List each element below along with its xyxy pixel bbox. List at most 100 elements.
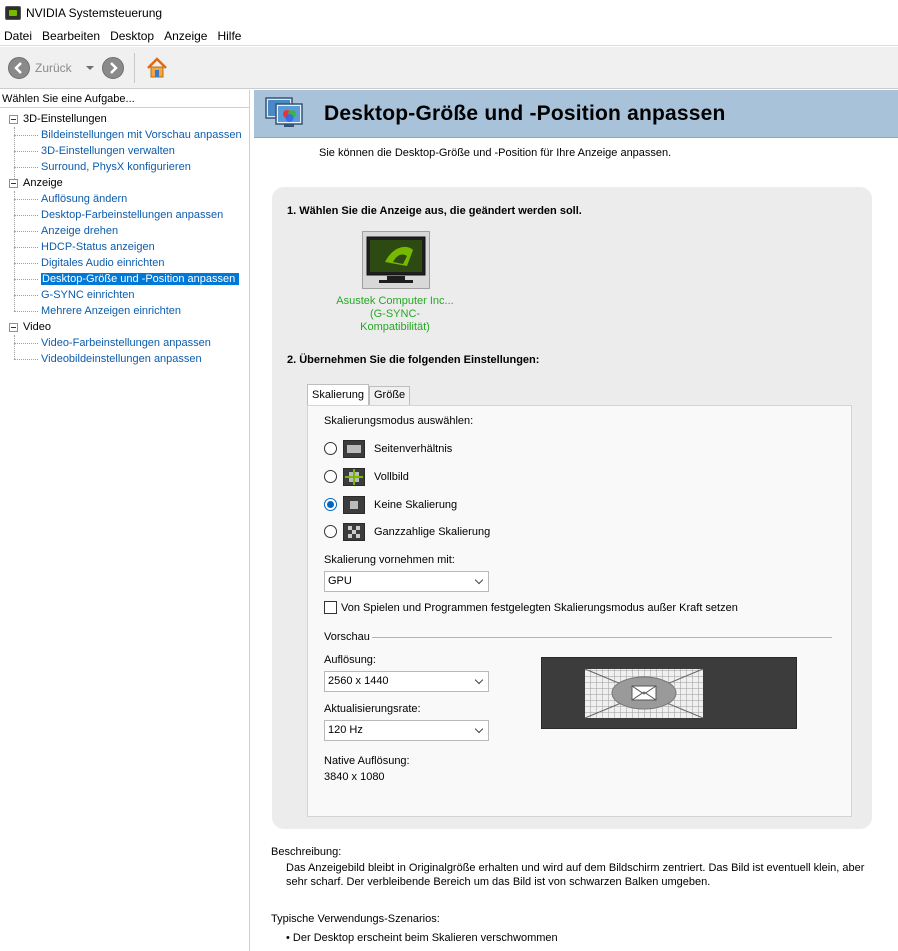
fullscreen-icon bbox=[343, 468, 365, 486]
tree-category-video[interactable]: Video bbox=[0, 319, 249, 335]
menu-datei[interactable]: Datei bbox=[0, 29, 37, 43]
menu-bar: Datei Bearbeiten Desktop Anzeige Hilfe bbox=[0, 27, 898, 46]
back-label[interactable]: Zurück bbox=[35, 61, 72, 75]
display-selector-asustek[interactable] bbox=[362, 231, 430, 289]
collapse-icon[interactable] bbox=[9, 322, 18, 332]
menu-anzeige[interactable]: Anzeige bbox=[159, 29, 212, 43]
nvidia-app-icon bbox=[5, 6, 21, 20]
refresh-select[interactable]: 120 Hz bbox=[324, 720, 489, 741]
mode-label-keine-skalierung[interactable]: Keine Skalierung bbox=[374, 499, 457, 511]
refresh-value: 120 Hz bbox=[328, 724, 363, 736]
step1-heading: 1. Wählen Sie die Anzeige aus, die geänd… bbox=[287, 205, 582, 217]
menu-bearbeiten[interactable]: Bearbeiten bbox=[37, 29, 105, 43]
usage-item-text: Der Desktop erscheint beim Skalieren ver… bbox=[292, 932, 558, 944]
sidebar-item-video-farbe[interactable]: Video-Farbeinstellungen anpassen bbox=[0, 335, 249, 351]
beschreibung-label: Beschreibung: bbox=[271, 846, 342, 858]
usage-item: • Der Desktop erscheint beim Skalieren v… bbox=[286, 931, 876, 945]
preview-image bbox=[584, 668, 704, 719]
item-label: Surround, PhysX konfigurieren bbox=[41, 161, 191, 173]
perform-scaling-select[interactable]: GPU bbox=[324, 571, 489, 592]
sidebar-item-3d-verwalten[interactable]: 3D-Einstellungen verwalten bbox=[0, 143, 249, 159]
mode-label-ganzzahlige-skalierung[interactable]: Ganzzahlige Skalierung bbox=[374, 526, 490, 538]
preview-group-label: Vorschau bbox=[324, 631, 370, 643]
sidebar-item-bildeinstellungen[interactable]: Bildeinstellungen mit Vorschau anpassen bbox=[0, 127, 249, 143]
override-label[interactable]: Von Spielen und Programmen festgelegten … bbox=[341, 602, 738, 614]
usage-label: Typische Verwendungs-Szenarios: bbox=[271, 913, 440, 925]
history-dropdown-icon[interactable] bbox=[85, 65, 94, 70]
page-title: Desktop-Größe und -Position anpassen bbox=[324, 101, 726, 125]
sidebar-header: Wählen Sie eine Aufgabe... bbox=[0, 90, 249, 108]
radio-seitenverhaeltnis[interactable] bbox=[324, 442, 337, 455]
native-resolution-value: 3840 x 1080 bbox=[324, 771, 385, 783]
item-label: 3D-Einstellungen verwalten bbox=[41, 145, 175, 157]
display-status: (G-SYNC-Kompatibilität) bbox=[360, 308, 430, 333]
settings-tabs: Skalierung Größe bbox=[307, 384, 411, 405]
sidebar-item-videobild[interactable]: Videobildeinstellungen anpassen bbox=[0, 351, 249, 367]
item-label: Auflösung ändern bbox=[41, 193, 128, 205]
refresh-label: Aktualisierungsrate: bbox=[324, 703, 421, 715]
main-content: Desktop-Größe und -Position anpassen Sie… bbox=[254, 90, 898, 951]
toolbar-separator bbox=[133, 52, 135, 83]
item-label: Mehrere Anzeigen einrichten bbox=[41, 305, 182, 317]
forward-button[interactable] bbox=[101, 56, 124, 79]
beschreibung-text: Das Anzeigebild bleibt in Originalgröße … bbox=[286, 862, 865, 888]
item-label: Video-Farbeinstellungen anpassen bbox=[41, 337, 211, 349]
item-label: Desktop-Größe und -Position anpassen bbox=[41, 273, 240, 285]
toolbar: Zurück bbox=[0, 47, 898, 89]
nvidia-monitor-icon bbox=[366, 236, 426, 283]
item-label: Anzeige drehen bbox=[41, 225, 119, 237]
native-resolution-label: Native Auflösung: bbox=[324, 755, 410, 767]
category-label: Anzeige bbox=[23, 177, 63, 189]
item-label: HDCP-Status anzeigen bbox=[41, 241, 155, 253]
sidebar-item-surround-physx[interactable]: Surround, PhysX konfigurieren bbox=[0, 159, 249, 175]
item-label: Desktop-Farbeinstellungen anpassen bbox=[41, 209, 224, 221]
item-label: Bildeinstellungen mit Vorschau anpassen bbox=[41, 129, 242, 141]
sidebar-item-gsync[interactable]: G-SYNC einrichten bbox=[0, 287, 249, 303]
preview-group-divider bbox=[372, 637, 832, 638]
sidebar-item-farbeinstellungen[interactable]: Desktop-Farbeinstellungen anpassen bbox=[0, 207, 249, 223]
menu-hilfe[interactable]: Hilfe bbox=[212, 29, 246, 43]
sidebar-item-hdcp[interactable]: HDCP-Status anzeigen bbox=[0, 239, 249, 255]
home-icon bbox=[146, 56, 167, 77]
tab-groesse[interactable]: Größe bbox=[368, 386, 411, 405]
tree-category-anzeige[interactable]: Anzeige bbox=[0, 175, 249, 191]
chevron-down-icon bbox=[474, 575, 484, 585]
item-label: Digitales Audio einrichten bbox=[41, 257, 165, 269]
title-bar: NVIDIA Systemsteuerung bbox=[0, 0, 898, 26]
item-label: G-SYNC einrichten bbox=[41, 289, 135, 301]
sidebar-item-desktop-groesse[interactable]: Desktop-Größe und -Position anpassen bbox=[0, 271, 249, 287]
category-label: 3D-Einstellungen bbox=[23, 113, 107, 125]
item-label: Videobildeinstellungen anpassen bbox=[41, 353, 202, 365]
sidebar-item-digitales-audio[interactable]: Digitales Audio einrichten bbox=[0, 255, 249, 271]
radio-vollbild[interactable] bbox=[324, 470, 337, 483]
tab-skalierung[interactable]: Skalierung bbox=[307, 384, 369, 405]
sidebar-item-aufloesung[interactable]: Auflösung ändern bbox=[0, 191, 249, 207]
radio-ganzzahlige-skalierung[interactable] bbox=[324, 525, 337, 538]
mode-label-seitenverhaeltnis[interactable]: Seitenverhältnis bbox=[374, 443, 452, 455]
collapse-icon[interactable] bbox=[9, 178, 18, 188]
collapse-icon[interactable] bbox=[9, 114, 18, 124]
bullet-icon: • bbox=[286, 932, 293, 944]
radio-keine-skalierung[interactable] bbox=[324, 498, 337, 511]
perform-scaling-value: GPU bbox=[328, 575, 352, 587]
resolution-value: 2560 x 1440 bbox=[328, 675, 389, 687]
sidebar-item-anzeige-drehen[interactable]: Anzeige drehen bbox=[0, 223, 249, 239]
page-header: Desktop-Größe und -Position anpassen bbox=[254, 90, 898, 138]
resolution-label: Auflösung: bbox=[324, 654, 376, 666]
perform-scaling-label: Skalierung vornehmen mit: bbox=[324, 554, 455, 566]
display-name: Asustek Computer Inc... bbox=[336, 295, 454, 307]
back-button[interactable] bbox=[8, 56, 30, 79]
task-tree: 3D-Einstellungen Bildeinstellungen mit V… bbox=[0, 111, 249, 367]
scaling-mode-label: Skalierungsmodus auswählen: bbox=[324, 415, 474, 427]
display-settings-icon bbox=[264, 94, 308, 134]
override-checkbox[interactable] bbox=[324, 601, 337, 614]
sidebar-item-mehrere-anzeigen[interactable]: Mehrere Anzeigen einrichten bbox=[0, 303, 249, 319]
menu-desktop[interactable]: Desktop bbox=[105, 29, 159, 43]
home-button[interactable] bbox=[145, 56, 169, 80]
display-label[interactable]: Asustek Computer Inc... (G-SYNC-Kompatib… bbox=[336, 295, 454, 334]
mode-label-vollbild[interactable]: Vollbild bbox=[374, 471, 409, 483]
resolution-select[interactable]: 2560 x 1440 bbox=[324, 671, 489, 692]
tree-category-3d[interactable]: 3D-Einstellungen bbox=[0, 111, 249, 127]
arrow-right-icon bbox=[109, 61, 118, 74]
step2-heading: 2. Übernehmen Sie die folgenden Einstell… bbox=[287, 354, 540, 366]
